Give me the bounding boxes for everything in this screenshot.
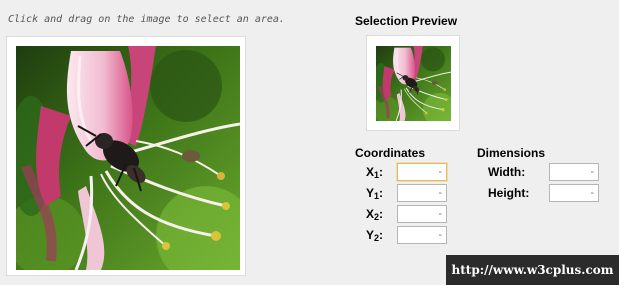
x1-label: X1: bbox=[366, 165, 384, 180]
x2-letter: X bbox=[366, 207, 375, 221]
coordinates-title: Coordinates bbox=[355, 146, 426, 160]
dimensions-title: Dimensions bbox=[477, 146, 546, 160]
image-frame bbox=[6, 36, 246, 276]
y1-subscript: 1 bbox=[374, 191, 380, 201]
y2-colon: : bbox=[379, 228, 384, 242]
y1-colon: : bbox=[379, 186, 384, 200]
width-label: Width: bbox=[488, 165, 526, 179]
x1-input[interactable] bbox=[397, 163, 447, 181]
x1-colon: : bbox=[379, 165, 384, 179]
y2-subscript: 2 bbox=[374, 233, 380, 243]
y2-letter: Y bbox=[366, 228, 375, 242]
x1-subscript: 1 bbox=[374, 170, 380, 180]
width-input[interactable] bbox=[549, 163, 599, 181]
x2-subscript: 2 bbox=[374, 212, 380, 222]
site-watermark: http://www.w3cplus.com bbox=[446, 255, 619, 285]
y1-label: Y1: bbox=[366, 186, 384, 201]
y2-input[interactable] bbox=[397, 226, 447, 244]
y1-input[interactable] bbox=[397, 184, 447, 202]
y2-label: Y2: bbox=[366, 228, 384, 243]
preview-title: Selection Preview bbox=[355, 14, 458, 28]
instruction-text: Click and drag on the image to select an… bbox=[8, 14, 285, 25]
x2-colon: : bbox=[379, 207, 384, 221]
height-label: Height: bbox=[488, 186, 530, 200]
height-input[interactable] bbox=[549, 184, 599, 202]
x2-label: X2: bbox=[366, 207, 384, 222]
y1-letter: Y bbox=[366, 186, 375, 200]
x1-letter: X bbox=[366, 165, 375, 179]
x2-input[interactable] bbox=[397, 205, 447, 223]
selectable-image[interactable] bbox=[16, 46, 240, 270]
preview-frame bbox=[366, 35, 460, 131]
preview-image bbox=[376, 46, 451, 121]
